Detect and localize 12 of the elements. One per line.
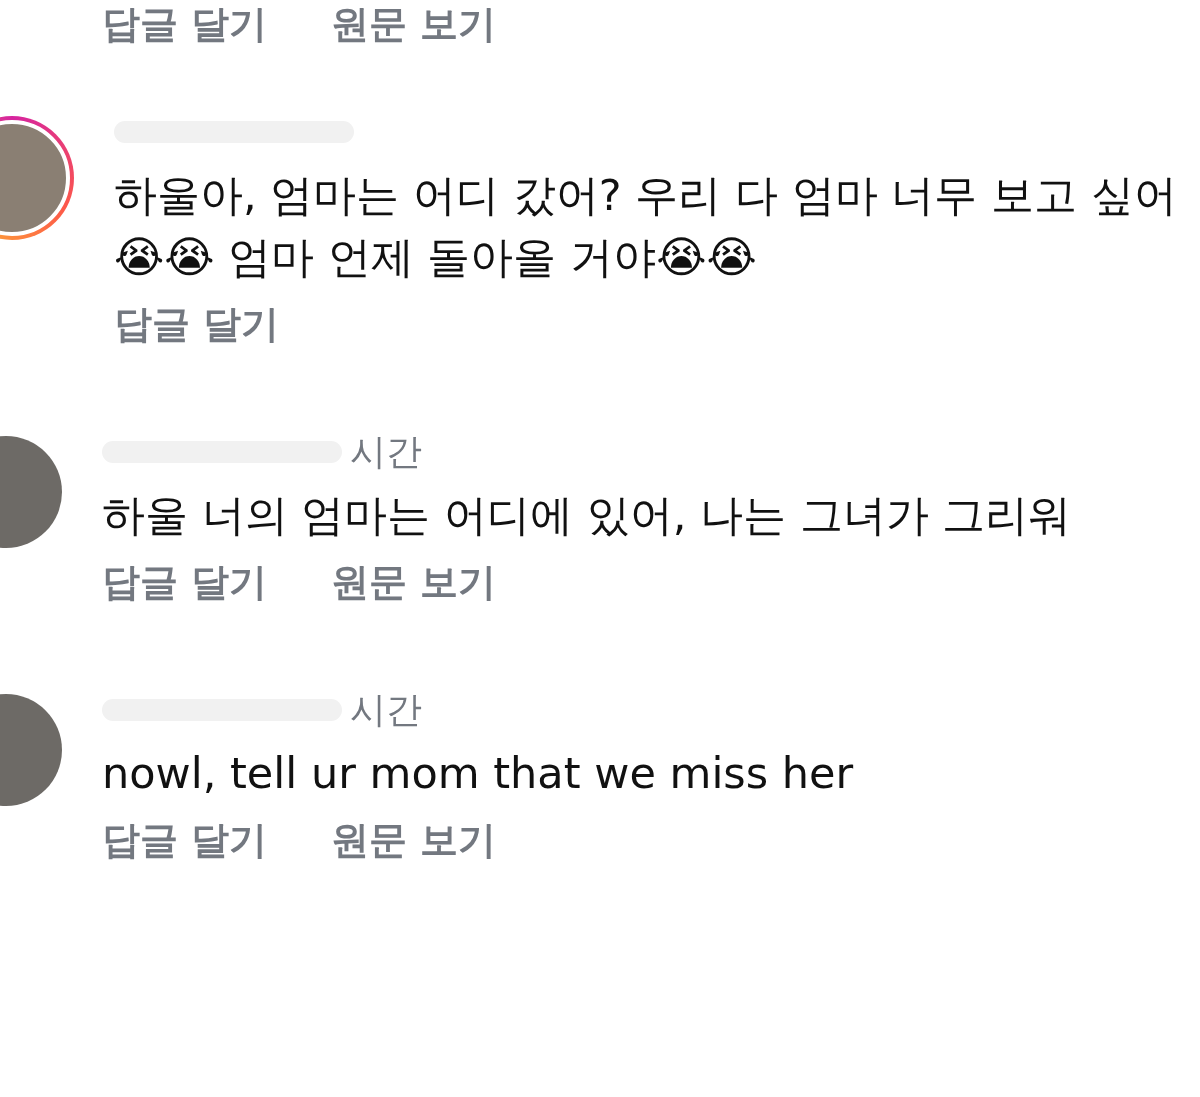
comment-time: 시간 — [350, 687, 422, 732]
comment-action-link[interactable]: 답글 달기 — [102, 816, 268, 864]
comment-action-link[interactable]: 원문 보기 — [331, 0, 497, 48]
comment-text: 하울아, 엄마는 어디 갔어? 우리 다 엄마 너무 보고 싶어😭😭 엄마 언제 돌아올 거야😭😭 — [114, 169, 1178, 284]
comment-action-link[interactable]: 답글 달기 — [102, 558, 268, 606]
comment-action-link[interactable]: 답글 달기 — [114, 300, 280, 348]
comment-text: 하울 너의 엄마는 어디에 있어, 나는 그녀가 그리워 — [102, 489, 1073, 542]
comment-action-link[interactable]: 답글 달기 — [102, 0, 268, 48]
comment-action-link[interactable]: 원문 보기 — [331, 816, 497, 864]
comment-action-link[interactable]: 원문 보기 — [331, 558, 497, 606]
comment-time: 시간 — [350, 429, 422, 474]
comment-text: nowl, tell ur mom that we miss her — [102, 747, 855, 800]
